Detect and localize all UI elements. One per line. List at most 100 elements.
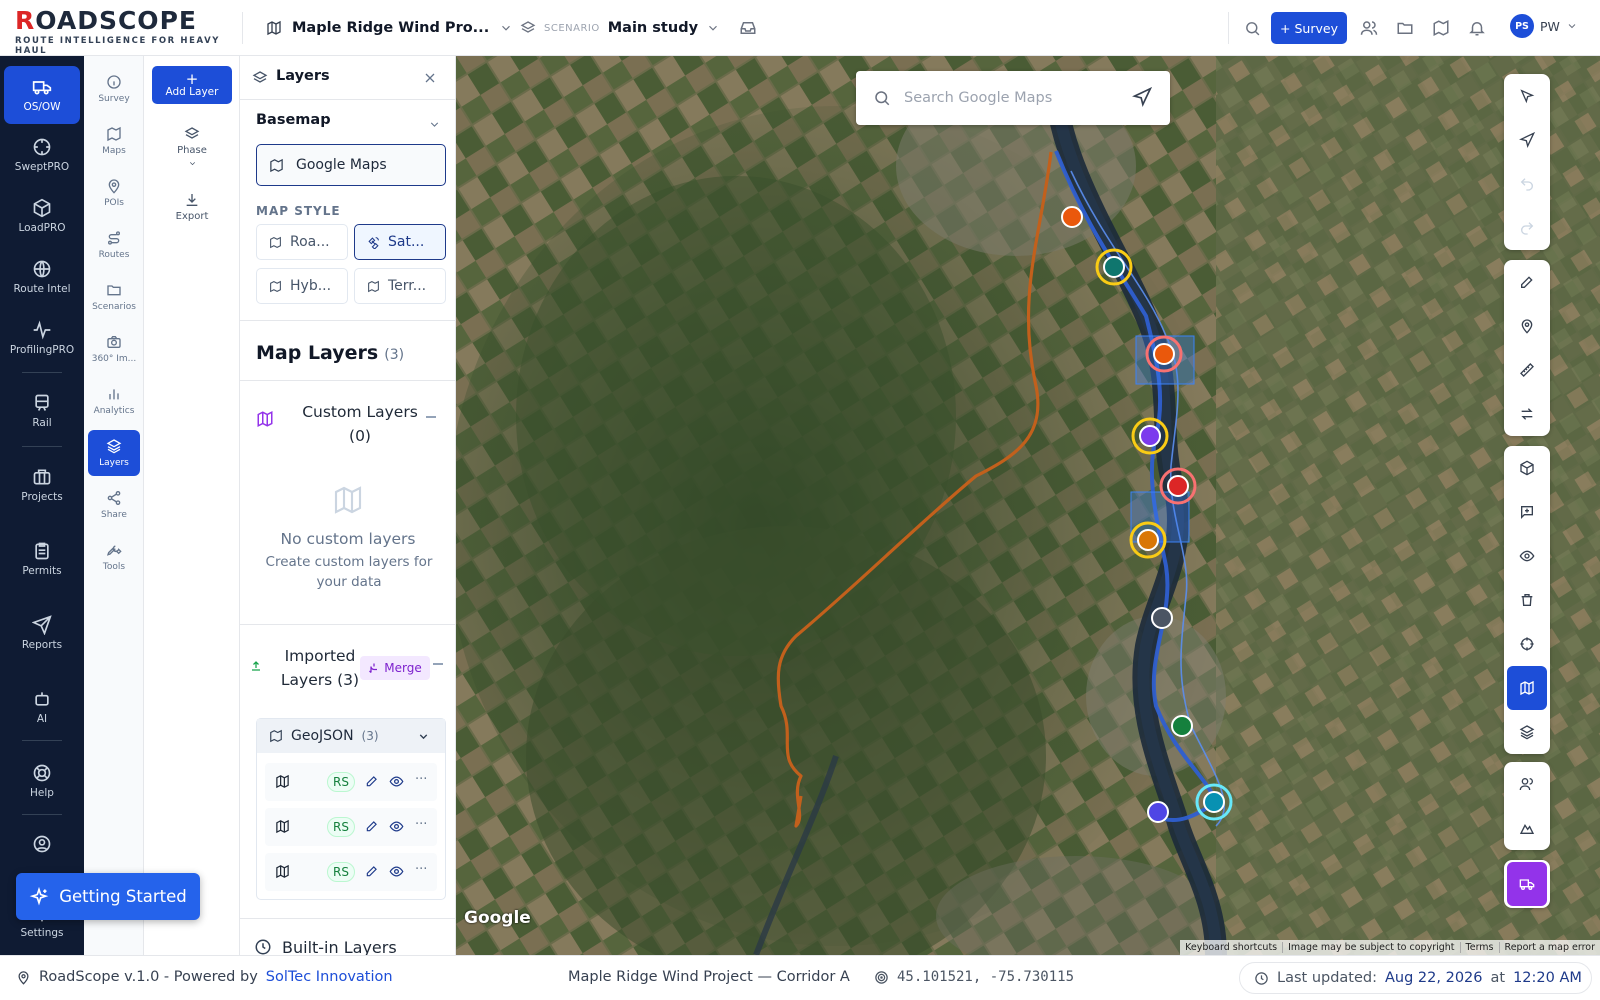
tool-pois[interactable]: POIs xyxy=(88,170,140,216)
export-button[interactable]: Export xyxy=(152,192,232,222)
navigate-icon[interactable] xyxy=(1132,87,1152,107)
rail-item-osow[interactable]: OS/OW xyxy=(4,66,80,124)
more-icon[interactable]: ··· xyxy=(415,772,427,787)
keyboard-shortcuts-link[interactable]: Keyboard shortcuts xyxy=(1180,942,1284,953)
style-terrain-button[interactable]: Terr... xyxy=(354,268,446,304)
copyright-note: Image may be subject to copyright xyxy=(1283,942,1461,953)
tool-routes[interactable]: Routes xyxy=(88,222,140,268)
rail-item-permits[interactable]: Permits xyxy=(4,530,80,588)
roadscope-logo[interactable]: ROADSCOPE ROUTE INTELLIGENCE FOR HEAVY H… xyxy=(15,8,240,57)
tool-label: Scenarios xyxy=(92,302,136,312)
tool-maps[interactable]: Maps xyxy=(88,118,140,164)
tool-scenarios[interactable]: Scenarios xyxy=(88,274,140,320)
comment-tool[interactable] xyxy=(1504,490,1550,534)
map-icon xyxy=(270,158,283,172)
navigate-tool[interactable] xyxy=(1504,118,1550,162)
search-icon[interactable] xyxy=(1240,16,1264,40)
map-layers-header: Map Layers (3) xyxy=(256,342,404,364)
map-layers-count: (3) xyxy=(384,347,405,363)
add-layer-button[interactable]: + Add Layer xyxy=(152,66,232,104)
tool-label: Routes xyxy=(98,250,130,260)
rail-item-help[interactable]: Help xyxy=(4,752,80,810)
target-icon xyxy=(33,138,51,156)
collapse-icon[interactable] xyxy=(426,416,436,418)
folder-icon xyxy=(107,285,121,296)
bell-icon[interactable] xyxy=(1465,16,1489,40)
tool-share[interactable]: Share xyxy=(88,482,140,528)
draw-tool[interactable] xyxy=(1504,260,1550,304)
survey-button[interactable]: + Survey xyxy=(1271,12,1347,44)
chevron-down-icon[interactable] xyxy=(428,118,441,131)
geojson-layer-row[interactable]: RS ··· xyxy=(265,853,437,891)
edit-icon[interactable] xyxy=(365,819,379,833)
visibility-tool[interactable] xyxy=(1504,534,1550,578)
delete-tool[interactable] xyxy=(1504,578,1550,622)
folder-icon[interactable] xyxy=(1393,16,1417,40)
rail-item-projects[interactable]: Projects xyxy=(4,456,80,514)
users-icon[interactable] xyxy=(1357,16,1381,40)
map-icon[interactable] xyxy=(1429,16,1453,40)
eye-icon[interactable] xyxy=(389,819,404,834)
merge-button[interactable]: Merge xyxy=(360,656,430,680)
select-tool[interactable] xyxy=(1504,74,1550,118)
measure-tool[interactable] xyxy=(1504,348,1550,392)
map-canvas[interactable]: Google Keyboard shortcuts Image may be s… xyxy=(456,56,1600,955)
users-icon xyxy=(1519,778,1533,791)
style-roadmap-button[interactable]: Roa... xyxy=(256,224,348,260)
getting-started-button[interactable]: Getting Started xyxy=(16,873,200,920)
rail-item-loadpro[interactable]: LoadPRO xyxy=(4,187,80,245)
geojson-header[interactable]: GeoJSON (3) xyxy=(257,719,445,753)
tool-layers[interactable]: Layers xyxy=(88,430,140,476)
geojson-layer-row[interactable]: RS ··· xyxy=(265,808,437,846)
company-link[interactable]: SolTec Innovation xyxy=(266,969,393,985)
inbox-icon[interactable] xyxy=(736,16,760,40)
layers-tool[interactable] xyxy=(1504,710,1550,754)
more-icon[interactable]: ··· xyxy=(415,862,427,877)
eye-icon[interactable] xyxy=(389,864,404,879)
rail-item-reports[interactable]: Reports xyxy=(4,604,80,662)
phase-button[interactable]: Phase xyxy=(152,126,232,168)
report-error-link[interactable]: Report a map error xyxy=(1500,942,1600,953)
plus-icon: + xyxy=(1280,20,1291,36)
style-satellite-button[interactable]: Sat... xyxy=(354,224,446,260)
rail-item-ai[interactable]: AI xyxy=(4,678,80,736)
scenario-value: Main study xyxy=(607,20,699,36)
rail-item-rail[interactable]: Rail xyxy=(4,382,80,440)
edit-icon[interactable] xyxy=(365,774,379,788)
map-view-tool[interactable] xyxy=(1507,666,1547,710)
pin-tool[interactable] xyxy=(1504,304,1550,348)
terms-link[interactable]: Terms xyxy=(1461,942,1500,953)
rail-item-sweptpro[interactable]: SweptPRO xyxy=(4,126,80,184)
more-icon[interactable]: ··· xyxy=(415,817,427,832)
collapse-icon[interactable] xyxy=(433,663,443,665)
swap-tool[interactable] xyxy=(1504,392,1550,436)
undo-button[interactable] xyxy=(1504,162,1550,206)
3d-tool[interactable] xyxy=(1504,446,1550,490)
redo-button[interactable] xyxy=(1504,206,1550,250)
tool-analytics[interactable]: Analytics xyxy=(88,378,140,424)
updated-time: 12:20 AM xyxy=(1513,970,1582,986)
scenario-selector[interactable]: SCENARIO Main study xyxy=(520,14,720,42)
rail-item-route-intel[interactable]: Route Intel xyxy=(4,248,80,306)
map-search-input[interactable] xyxy=(904,86,1114,110)
geojson-layer-row[interactable]: RS ··· xyxy=(265,763,437,801)
osow-vehicle-tool[interactable] xyxy=(1507,862,1547,906)
history-tools xyxy=(1504,74,1550,250)
basemap-google-maps[interactable]: Google Maps xyxy=(256,144,446,186)
elevation-tool[interactable] xyxy=(1504,806,1550,850)
edit-icon[interactable] xyxy=(365,864,379,878)
close-icon[interactable] xyxy=(424,72,436,84)
map-search-box[interactable] xyxy=(856,71,1170,125)
locate-tool[interactable] xyxy=(1504,622,1550,666)
team-tool[interactable] xyxy=(1504,762,1550,806)
style-hybrid-button[interactable]: Hyb... xyxy=(256,268,348,304)
rail-item-profilingpro[interactable]: ProfilingPRO xyxy=(4,309,80,367)
project-selector[interactable]: Maple Ridge Wind Pro... xyxy=(266,14,513,42)
tool-tools[interactable]: Tools xyxy=(88,534,140,580)
user-menu[interactable]: PS PW xyxy=(1510,14,1578,38)
scenario-caption: SCENARIO xyxy=(544,22,600,34)
tool-survey[interactable]: Survey xyxy=(88,66,140,112)
rail-item-account[interactable] xyxy=(4,824,80,864)
eye-icon[interactable] xyxy=(389,774,404,789)
tool-360-imagery[interactable]: 360° Im... xyxy=(88,326,140,372)
